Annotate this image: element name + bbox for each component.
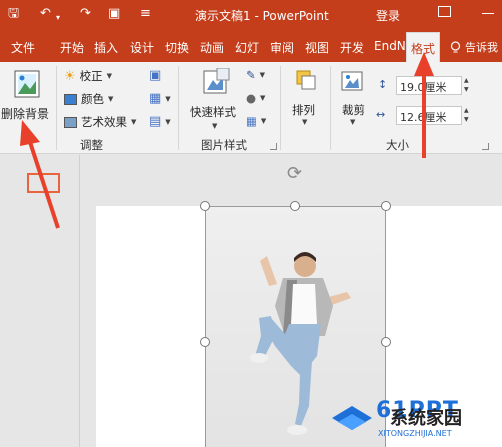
annotation-arrows	[20, 52, 434, 229]
watermark-brand: 系统家园	[390, 408, 462, 429]
watermark-url: XITONGZHIJIA.NET	[378, 429, 452, 438]
arrow-to-remove-background	[20, 120, 60, 229]
arrow-to-format-tab	[414, 52, 434, 158]
watermark-logo: 61PPT 系统家园 XITONGZHIJIA.NET	[330, 396, 502, 447]
watermark-icon	[332, 406, 372, 430]
